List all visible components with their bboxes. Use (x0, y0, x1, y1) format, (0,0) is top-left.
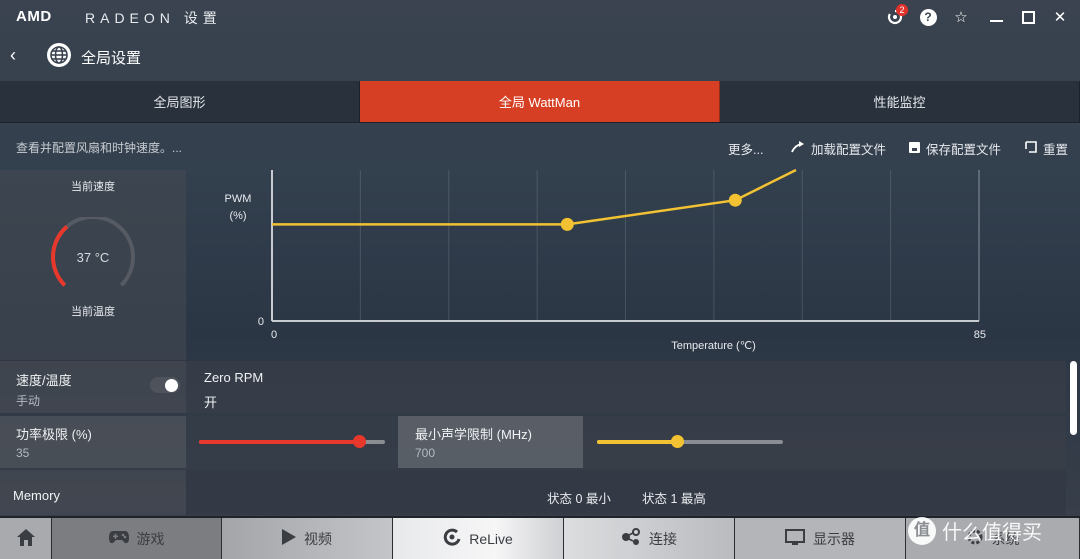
min-acoustic-slider-area (583, 416, 1066, 468)
current-speed-label: 当前速度 (71, 181, 115, 193)
save-profile-button[interactable]: 保存配置文件 (909, 139, 1001, 158)
y-axis-label-line1: PWM (225, 193, 252, 205)
nav-video[interactable]: 视频 (222, 518, 393, 559)
fan-curve-point[interactable] (728, 193, 742, 207)
x-tick-label: 0 (271, 329, 277, 341)
tab-bar: 全局图形 全局 WattMan 性能监控 (0, 81, 1080, 123)
zero-rpm-label: Zero RPM (204, 370, 264, 385)
nav-video-label: 视频 (304, 530, 332, 547)
tab-global-graphics[interactable]: 全局图形 (0, 81, 360, 122)
bottom-nav: 游戏 视频 ReLive 连接 显示器 系统 (0, 516, 1080, 559)
update-icon[interactable]: 2 (884, 4, 908, 28)
gamepad-icon (108, 530, 129, 547)
zero-rpm-setting[interactable]: Zero RPM 开 (186, 361, 1066, 413)
reset-button[interactable]: 重置 (1025, 139, 1068, 158)
power-limit-value: 35 (16, 446, 30, 460)
chart-grid (359, 170, 980, 321)
min-acoustic-setting: 最小声学限制 (MHz) 700 (398, 416, 583, 468)
memory-state-1[interactable]: 状态 1 最高 (642, 488, 706, 507)
load-profile-label: 加载配置文件 (811, 143, 887, 157)
power-limit-slider-fill (199, 440, 359, 444)
minimize-icon[interactable] (985, 6, 1007, 28)
home-icon (16, 528, 35, 549)
fan-curve-point[interactable] (560, 217, 574, 231)
min-acoustic-slider-knob[interactable] (670, 435, 684, 448)
memory-state-0[interactable]: 状态 0 最小 (547, 488, 611, 507)
reset-label: 重置 (1043, 143, 1069, 157)
play-icon (282, 529, 296, 548)
share-icon (621, 528, 641, 549)
monitor-icon (785, 528, 805, 549)
memory-label: Memory (13, 488, 60, 503)
nav-games-label: 游戏 (136, 530, 165, 547)
min-acoustic-value: 700 (415, 446, 436, 460)
nav-connect-label: 连接 (649, 530, 677, 547)
speed-temp-value: 手动 (16, 394, 41, 408)
nav-system-label: 系统 (991, 530, 1020, 547)
toggle-knob (165, 379, 178, 392)
page-description: 查看并配置风扇和时钟速度。... (16, 141, 183, 155)
star-icon[interactable]: ☆ (950, 6, 972, 28)
globe-icon (46, 42, 72, 73)
app-title: RADEON 设置 (85, 10, 222, 26)
power-limit-label: 功率极限 (%) (16, 427, 92, 442)
more-label: 更多... (728, 143, 764, 157)
memory-states: 状态 0 最小 状态 1 最高 (186, 470, 1066, 515)
tab-global-wattman[interactable]: 全局 WattMan (360, 81, 720, 122)
x-axis-label: Temperature (℃) (671, 340, 756, 352)
min-acoustic-slider-fill (597, 440, 677, 444)
load-arrow-icon (791, 141, 805, 156)
x-tick-label: 85 (974, 329, 986, 341)
more-button[interactable]: 更多... (728, 139, 763, 158)
tab-performance-monitor[interactable]: 性能监控 (720, 81, 1080, 122)
fan-curve-line (272, 168, 797, 226)
fan-curve-chart: PWM (%) 0 0 85 Temperature (℃) (225, 168, 986, 352)
nav-home[interactable] (0, 518, 52, 559)
save-disk-icon (909, 141, 920, 156)
nav-games[interactable]: 游戏 (52, 518, 222, 559)
nav-relive-label: ReLive (469, 530, 513, 547)
nav-relive[interactable]: ReLive (393, 518, 564, 559)
help-icon[interactable]: ? (917, 6, 939, 28)
system-icon (966, 528, 984, 549)
y-axis-label-line2: (%) (229, 210, 246, 222)
scrollbar[interactable] (1070, 361, 1077, 435)
speed-temp-toggle[interactable] (150, 377, 180, 393)
power-limit-setting: 功率极限 (%) 35 (0, 416, 186, 468)
min-acoustic-slider[interactable] (597, 435, 783, 448)
page-title: 全局设置 (81, 50, 142, 67)
amd-logo: AMD (16, 8, 52, 25)
close-icon[interactable]: ✕ (1049, 6, 1071, 28)
power-limit-slider-knob[interactable] (352, 435, 366, 448)
relive-icon (443, 528, 461, 549)
memory-setting: Memory (0, 470, 186, 515)
nav-connect[interactable]: 连接 (564, 518, 735, 559)
power-limit-slider-area (186, 416, 398, 468)
reset-icon (1025, 141, 1037, 156)
zero-rpm-value: 开 (204, 395, 218, 410)
back-icon[interactable]: ‹ (10, 45, 16, 66)
load-profile-button[interactable]: 加载配置文件 (791, 139, 886, 158)
speed-temp-label: 速度/温度 (16, 373, 72, 388)
notification-badge: 2 (896, 4, 908, 16)
save-profile-label: 保存配置文件 (926, 143, 1002, 157)
gauge-value: 37 °C (76, 250, 110, 265)
nav-display[interactable]: 显示器 (735, 518, 906, 559)
current-temperature-label: 当前温度 (71, 306, 115, 318)
nav-display-label: 显示器 (813, 530, 855, 547)
y-tick-label: 0 (258, 316, 264, 328)
nav-system[interactable]: 系统 (906, 518, 1080, 559)
power-limit-slider[interactable] (199, 435, 385, 448)
maximize-icon[interactable] (1017, 6, 1039, 28)
min-acoustic-label: 最小声学限制 (MHz) (415, 427, 532, 442)
